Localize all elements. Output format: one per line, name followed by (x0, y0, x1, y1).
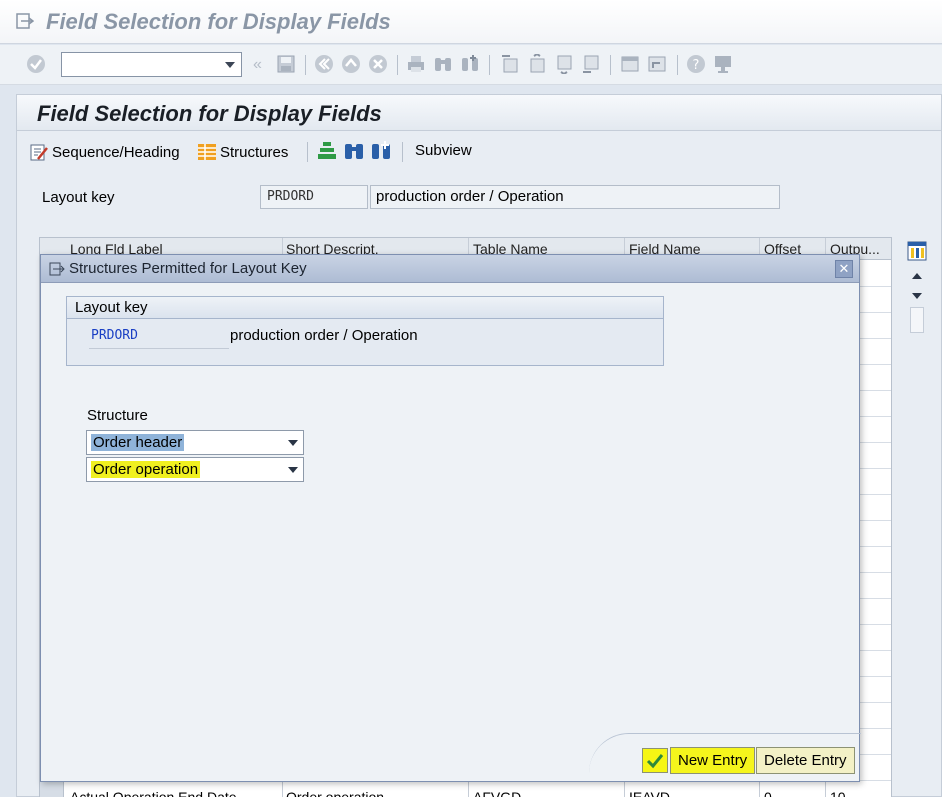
command-field[interactable] (61, 52, 242, 77)
subview-label: Subview (415, 142, 472, 159)
scrollbar-thumb[interactable] (910, 307, 924, 333)
cell-offset: 0 (764, 789, 772, 797)
cell-output: 10 (830, 789, 846, 797)
svg-text:?: ? (693, 58, 700, 73)
table-controls (907, 237, 927, 337)
structure-value-1: Order header (91, 434, 185, 451)
structures-button[interactable]: Structures (197, 142, 288, 162)
delete-entry-button[interactable]: Delete Entry (756, 747, 855, 774)
binoculars-icon[interactable] (343, 141, 365, 161)
structures-dialog: Structures Permitted for Layout Key ✕ La… (40, 254, 861, 782)
edit-icon (30, 144, 48, 161)
sequence-heading-button[interactable]: Sequence/Heading (29, 142, 180, 162)
application-toolbar: Sequence/Heading Structures Subview (17, 132, 941, 172)
dialog-icon (49, 262, 65, 276)
exit-icon[interactable] (341, 54, 361, 74)
find-next-icon[interactable] (460, 54, 480, 74)
screen-title: Field Selection for Display Fields (37, 101, 382, 126)
sequence-heading-label: Sequence/Heading (52, 143, 180, 161)
save-icon[interactable] (276, 54, 296, 74)
dialog-title: Structures Permitted for Layout Key (69, 260, 307, 277)
confirm-icon (646, 754, 664, 769)
cell-long-label: Actual Operation End Date (70, 789, 237, 797)
enter-icon[interactable] (26, 54, 46, 74)
confirm-button[interactable] (642, 748, 668, 773)
table-settings-icon[interactable] (907, 241, 927, 261)
first-page-icon[interactable] (500, 54, 520, 74)
cancel-icon[interactable] (368, 54, 388, 74)
window-title: Field Selection for Display Fields (46, 9, 391, 34)
structure-label: Structure (87, 407, 148, 424)
layout-key-code: PRDORD (260, 185, 368, 209)
structure-select-1[interactable]: Order header (86, 430, 304, 455)
last-page-icon[interactable] (581, 54, 601, 74)
new-entry-button[interactable]: New Entry (670, 747, 756, 774)
dialog-title-bar[interactable]: Structures Permitted for Layout Key ✕ (41, 255, 859, 283)
help-icon[interactable]: ? (686, 54, 706, 74)
toolbar-expander-icon[interactable]: « (253, 56, 262, 74)
structures-label: Structures (220, 143, 289, 161)
title-icon (16, 13, 34, 29)
chevron-down-icon[interactable] (225, 62, 235, 68)
system-toolbar: « ? (0, 45, 942, 85)
cell-short-descr: Order operation (286, 789, 385, 797)
positioning-icon[interactable] (317, 141, 337, 161)
group-title: Layout key (67, 297, 663, 319)
window-title-bar: Field Selection for Display Fields (0, 0, 942, 44)
create-session-icon[interactable] (620, 54, 640, 74)
layout-key-group: Layout key PRDORD production order / Ope… (66, 296, 664, 366)
customize-icon[interactable] (713, 54, 733, 74)
find-next-icon[interactable] (370, 141, 392, 161)
structure-value-2: Order operation (91, 461, 201, 478)
dialog-layout-key-description: production order / Operation (230, 327, 418, 344)
back-icon[interactable] (314, 54, 334, 74)
scroll-up-icon[interactable] (912, 273, 922, 279)
scroll-down-icon[interactable] (912, 293, 922, 299)
next-page-icon[interactable] (554, 54, 574, 74)
layout-key-description: production order / Operation (370, 185, 780, 209)
shortcut-icon[interactable] (647, 54, 667, 74)
cell-table-name: AFVGD (473, 789, 522, 797)
subview-button[interactable]: Subview (415, 142, 472, 159)
structures-icon (198, 144, 216, 160)
print-icon[interactable] (406, 54, 426, 74)
chevron-down-icon[interactable] (288, 467, 298, 473)
prev-page-icon[interactable] (527, 54, 547, 74)
close-icon[interactable]: ✕ (835, 260, 853, 278)
screen-header: Field Selection for Display Fields (17, 95, 941, 131)
structure-select-2[interactable]: Order operation (86, 457, 304, 482)
dialog-layout-key-code: PRDORD (89, 327, 229, 349)
cell-field-name: IEAVD (629, 789, 670, 797)
chevron-down-icon[interactable] (288, 440, 298, 446)
find-icon[interactable] (433, 54, 453, 74)
layout-key-label: Layout key (42, 189, 115, 206)
